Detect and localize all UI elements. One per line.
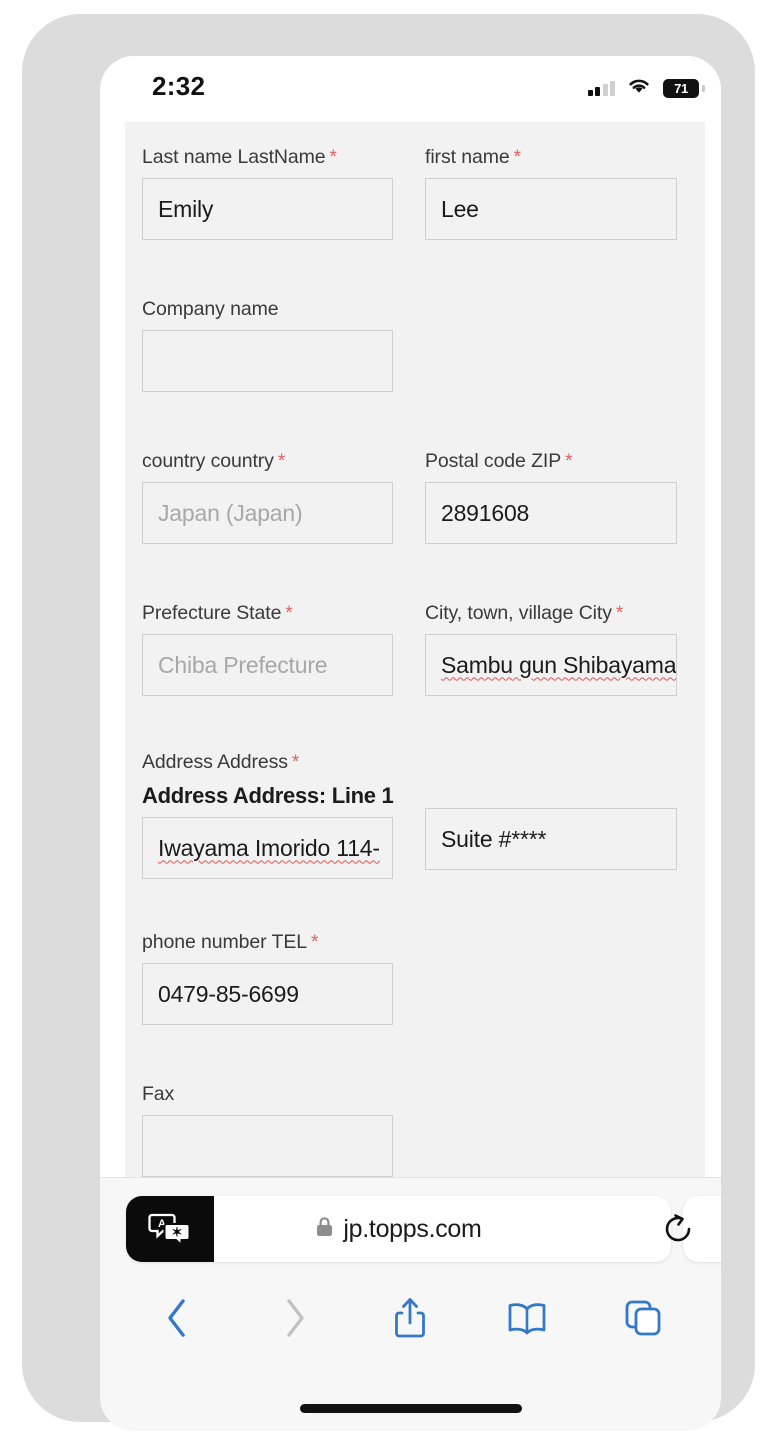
postal-code-input[interactable]: 2891608 [425,482,677,544]
last-name-input[interactable]: Emily [142,178,393,240]
field-label: City, town, village City * [425,602,697,625]
required-marker: * [565,451,573,472]
field-label: Prefecture State * [142,602,414,625]
form-row-company: Company name [125,298,705,392]
field-label: first name * [425,146,697,169]
field-address-line-1: Address Address * Address Address: Line 1… [142,751,414,879]
status-bar-clock: 2:32 [152,71,206,101]
label-text: Address Address [142,751,288,773]
svg-text:✶: ✶ [172,1225,183,1240]
input-value: Iwayama Imorido 114- [158,834,380,861]
tabs-button[interactable] [617,1292,669,1344]
battery-level-text: 71 [674,80,688,96]
input-value: 2891608 [441,499,530,526]
input-placeholder: Chiba Prefecture [158,651,328,678]
field-prefecture: Prefecture State * Chiba Prefecture [142,602,414,696]
field-phone-number: phone number TEL * 0479-85-6699 [142,931,414,1025]
required-marker: * [285,603,293,624]
company-name-input[interactable] [142,330,393,392]
device-frame: 2:32 71 Last name LastName * Emily first… [22,14,755,1431]
label-text: Postal code ZIP [425,450,562,472]
forward-button [268,1292,320,1344]
required-marker: * [291,752,300,773]
field-label: Address Address * [142,751,414,774]
form-row-prefecture-city: Prefecture State * Chiba Prefecture City,… [125,602,705,696]
status-bar-indicators: 71 [587,76,705,100]
back-button[interactable] [152,1292,204,1344]
field-postal-code: Postal code ZIP * 2891608 [425,450,697,544]
form-row-names: Last name LastName * Emily first name * Le… [125,146,705,240]
address-line-1-sublabel: Address Address: Line 1 [142,783,394,808]
field-country: country country * Japan (Japan) [142,450,414,544]
url-text: jp.topps.com [343,1214,482,1243]
web-page-content: Last name LastName * Emily first name * Le… [100,122,721,1178]
form-row-address: Address Address * Address Address: Line 1… [125,751,705,879]
fax-input[interactable] [142,1115,393,1177]
browser-toolbar [100,1278,721,1358]
required-marker: * [329,147,337,168]
url-bar-center: jp.topps.com [315,1214,482,1244]
field-address-line-2: Suite #**** [425,751,697,879]
label-text: country country [142,450,274,472]
label-text: Prefecture State [142,602,282,624]
field-label: Company name [142,298,279,320]
input-value: Sambu gun Shibayama [441,651,677,678]
address-line-1-input[interactable]: Iwayama Imorido 114- [142,817,393,879]
label-text: phone number TEL [142,931,307,953]
translate-icon[interactable]: A ✶ [126,1196,214,1262]
input-placeholder: Japan (Japan) [158,499,303,526]
reload-icon[interactable] [661,1212,695,1246]
address-form: Last name LastName * Emily first name * Le… [125,122,705,1178]
prefecture-input[interactable]: Chiba Prefecture [142,634,393,696]
field-fax: Fax [142,1083,414,1177]
field-label: Fax [142,1083,175,1105]
phone-number-input[interactable]: 0479-85-6699 [142,963,393,1025]
wifi-icon [626,76,652,100]
cellular-bars-icon [587,80,615,96]
required-marker: * [311,932,319,953]
home-indicator [299,1404,522,1413]
input-value: 0479-85-6699 [158,980,299,1007]
address-line-2-input[interactable]: Suite #**** [425,808,677,870]
field-label: country country * [142,450,414,473]
first-name-input[interactable]: Lee [425,178,677,240]
form-row-phone: phone number TEL * 0479-85-6699 [125,931,705,1025]
label-text: City, town, village City [425,602,612,624]
form-row-country-zip: country country * Japan (Japan) Postal co… [125,450,705,544]
required-marker: * [615,603,624,624]
input-value: Emily [158,195,214,222]
input-value: Suite #**** [441,825,547,852]
city-input[interactable]: Sambu gun Shibayama [425,634,677,696]
input-value: Lee [441,195,479,222]
url-bar-row: jp.topps.com A ✶ [100,1196,721,1262]
form-row-fax: Fax [125,1083,705,1177]
browser-chrome: jp.topps.com A ✶ [100,1177,721,1431]
field-company-name: Company name [142,298,414,392]
field-city: City, town, village City * Sambu gun Shib… [425,602,697,696]
country-input[interactable]: Japan (Japan) [142,482,393,544]
label-text: first name [425,146,510,168]
bookmarks-button[interactable] [501,1292,553,1344]
field-label: Postal code ZIP * [425,450,697,473]
status-bar: 2:32 71 [100,56,721,122]
field-label: phone number TEL * [142,931,414,954]
field-first-name: first name * Lee [425,146,697,240]
phone-screen: 2:32 71 Last name LastName * Emily first… [100,56,721,1431]
label-text: Last name LastName [142,146,326,168]
lock-icon [315,1215,334,1243]
field-label: Last name LastName * [142,146,414,169]
share-button[interactable] [384,1292,436,1344]
required-marker: * [513,147,521,168]
field-last-name: Last name LastName * Emily [142,146,414,240]
battery-icon: 71 [663,78,705,98]
required-marker: * [277,451,286,472]
